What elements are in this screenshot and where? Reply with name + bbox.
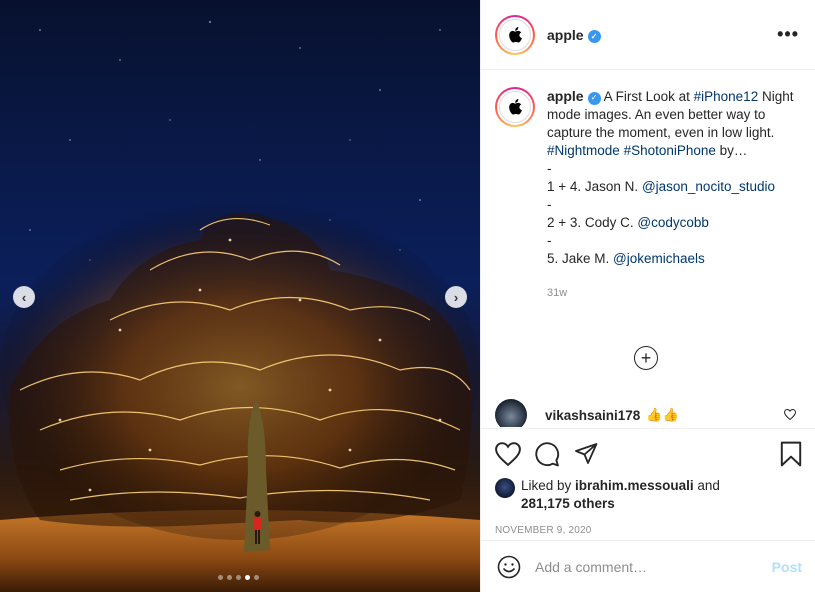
credit-separator: - (547, 161, 552, 176)
apple-logo-icon (509, 99, 522, 115)
likes-count[interactable]: 281,175 others (521, 496, 615, 511)
verified-badge-icon: ✓ (587, 29, 601, 43)
credit-separator: - (547, 197, 552, 212)
caption-segment: by… (715, 143, 748, 158)
commenter-avatar[interactable] (495, 399, 527, 427)
caption-segment: A First Look at (603, 89, 694, 104)
post-date[interactable]: NOVEMBER 9, 2020 (495, 525, 802, 536)
hashtag-link[interactable]: #iPhone12 (694, 89, 759, 104)
comment-row: vikashsaini178 👍👍 (495, 399, 800, 427)
credit-label: 5. Jake M. (547, 251, 614, 266)
post-sidebar: apple ✓ ••• apple ✓ A First Look at #iPhon… (480, 0, 815, 592)
hashtag-link[interactable]: #Nightmode (547, 143, 620, 158)
post-image[interactable]: ‹ › (0, 0, 480, 592)
carousel-dot (254, 575, 259, 580)
header-username-link[interactable]: apple (547, 27, 584, 43)
verified-badge-icon: ✓ (587, 91, 601, 105)
night-tree-photo (0, 21, 480, 592)
comment-heart-icon[interactable] (784, 409, 796, 420)
comment-text: 👍👍 (646, 407, 679, 422)
carousel-indicator (218, 575, 259, 580)
credit-line: 2 + 3. Cody C. @codycobb (547, 214, 797, 232)
header-username[interactable]: apple ✓ (547, 27, 601, 43)
add-comment-bar: Post (481, 540, 815, 592)
carousel-dot (227, 575, 232, 580)
likes-prefix: Liked by (521, 478, 576, 493)
previous-image-button[interactable]: ‹ (13, 286, 35, 308)
next-image-button[interactable]: › (445, 286, 467, 308)
mention-link[interactable]: @jason_nocito_studio (642, 179, 775, 194)
comment-username[interactable]: vikashsaini178 (545, 408, 640, 423)
share-icon[interactable] (574, 442, 599, 466)
credit-line: 1 + 4. Jason N. @jason_nocito_studio (547, 178, 797, 196)
credit-line: 5. Jake M. @jokemichaels (547, 250, 797, 268)
liker-username[interactable]: ibrahim.messouali (575, 478, 694, 493)
carousel-dot (245, 575, 250, 580)
post-button[interactable]: Post (772, 559, 802, 575)
likes-mid: and (693, 478, 720, 493)
carousel-dot (218, 575, 223, 580)
heart-icon[interactable] (495, 442, 521, 466)
comment-input[interactable] (535, 558, 755, 575)
chevron-left-icon: ‹ (21, 289, 27, 305)
mention-link[interactable]: @jokemichaels (613, 251, 705, 266)
more-options-icon[interactable]: ••• (777, 24, 799, 45)
plus-circle-icon[interactable]: + (634, 346, 658, 370)
likes-summary: Liked by ibrahim.messouali and 281,175 o… (495, 477, 802, 513)
post-actions: Liked by ibrahim.messouali and 281,175 o… (481, 428, 815, 536)
caption-username[interactable]: apple (547, 88, 584, 104)
profile-avatar[interactable] (495, 14, 535, 55)
caption-text: apple ✓ A First Look at #iPhone12 Night m… (547, 87, 797, 302)
comment-icon[interactable] (535, 441, 560, 467)
caption-age[interactable]: 31w (547, 284, 797, 302)
comments-area[interactable]: apple ✓ A First Look at #iPhone12 Night m… (481, 71, 815, 427)
credit-label: 2 + 3. Cody C. (547, 215, 638, 230)
instagram-post: ‹ › apple ✓ ••• apple ✓ A First Look at … (0, 0, 815, 592)
bookmark-icon[interactable] (780, 441, 802, 467)
credit-separator: - (547, 233, 552, 248)
emoji-icon[interactable] (497, 555, 521, 579)
mention-link[interactable]: @codycobb (637, 215, 709, 230)
hashtag-link[interactable]: #ShotoniPhone (624, 143, 716, 158)
post-header: apple ✓ ••• (481, 0, 815, 70)
chevron-right-icon: › (453, 289, 459, 305)
carousel-dot (236, 575, 241, 580)
likes-text: Liked by ibrahim.messouali and 281,175 o… (521, 477, 720, 513)
liker-avatar[interactable] (495, 478, 515, 498)
action-icons (495, 439, 802, 469)
apple-logo-icon (509, 26, 522, 43)
caption-avatar[interactable] (495, 87, 535, 127)
caption: apple ✓ A First Look at #iPhone12 Night m… (495, 87, 800, 302)
photo-credits: -1 + 4. Jason N. @jason_nocito_studio -2 … (547, 160, 797, 268)
credit-label: 1 + 4. Jason N. (547, 179, 642, 194)
